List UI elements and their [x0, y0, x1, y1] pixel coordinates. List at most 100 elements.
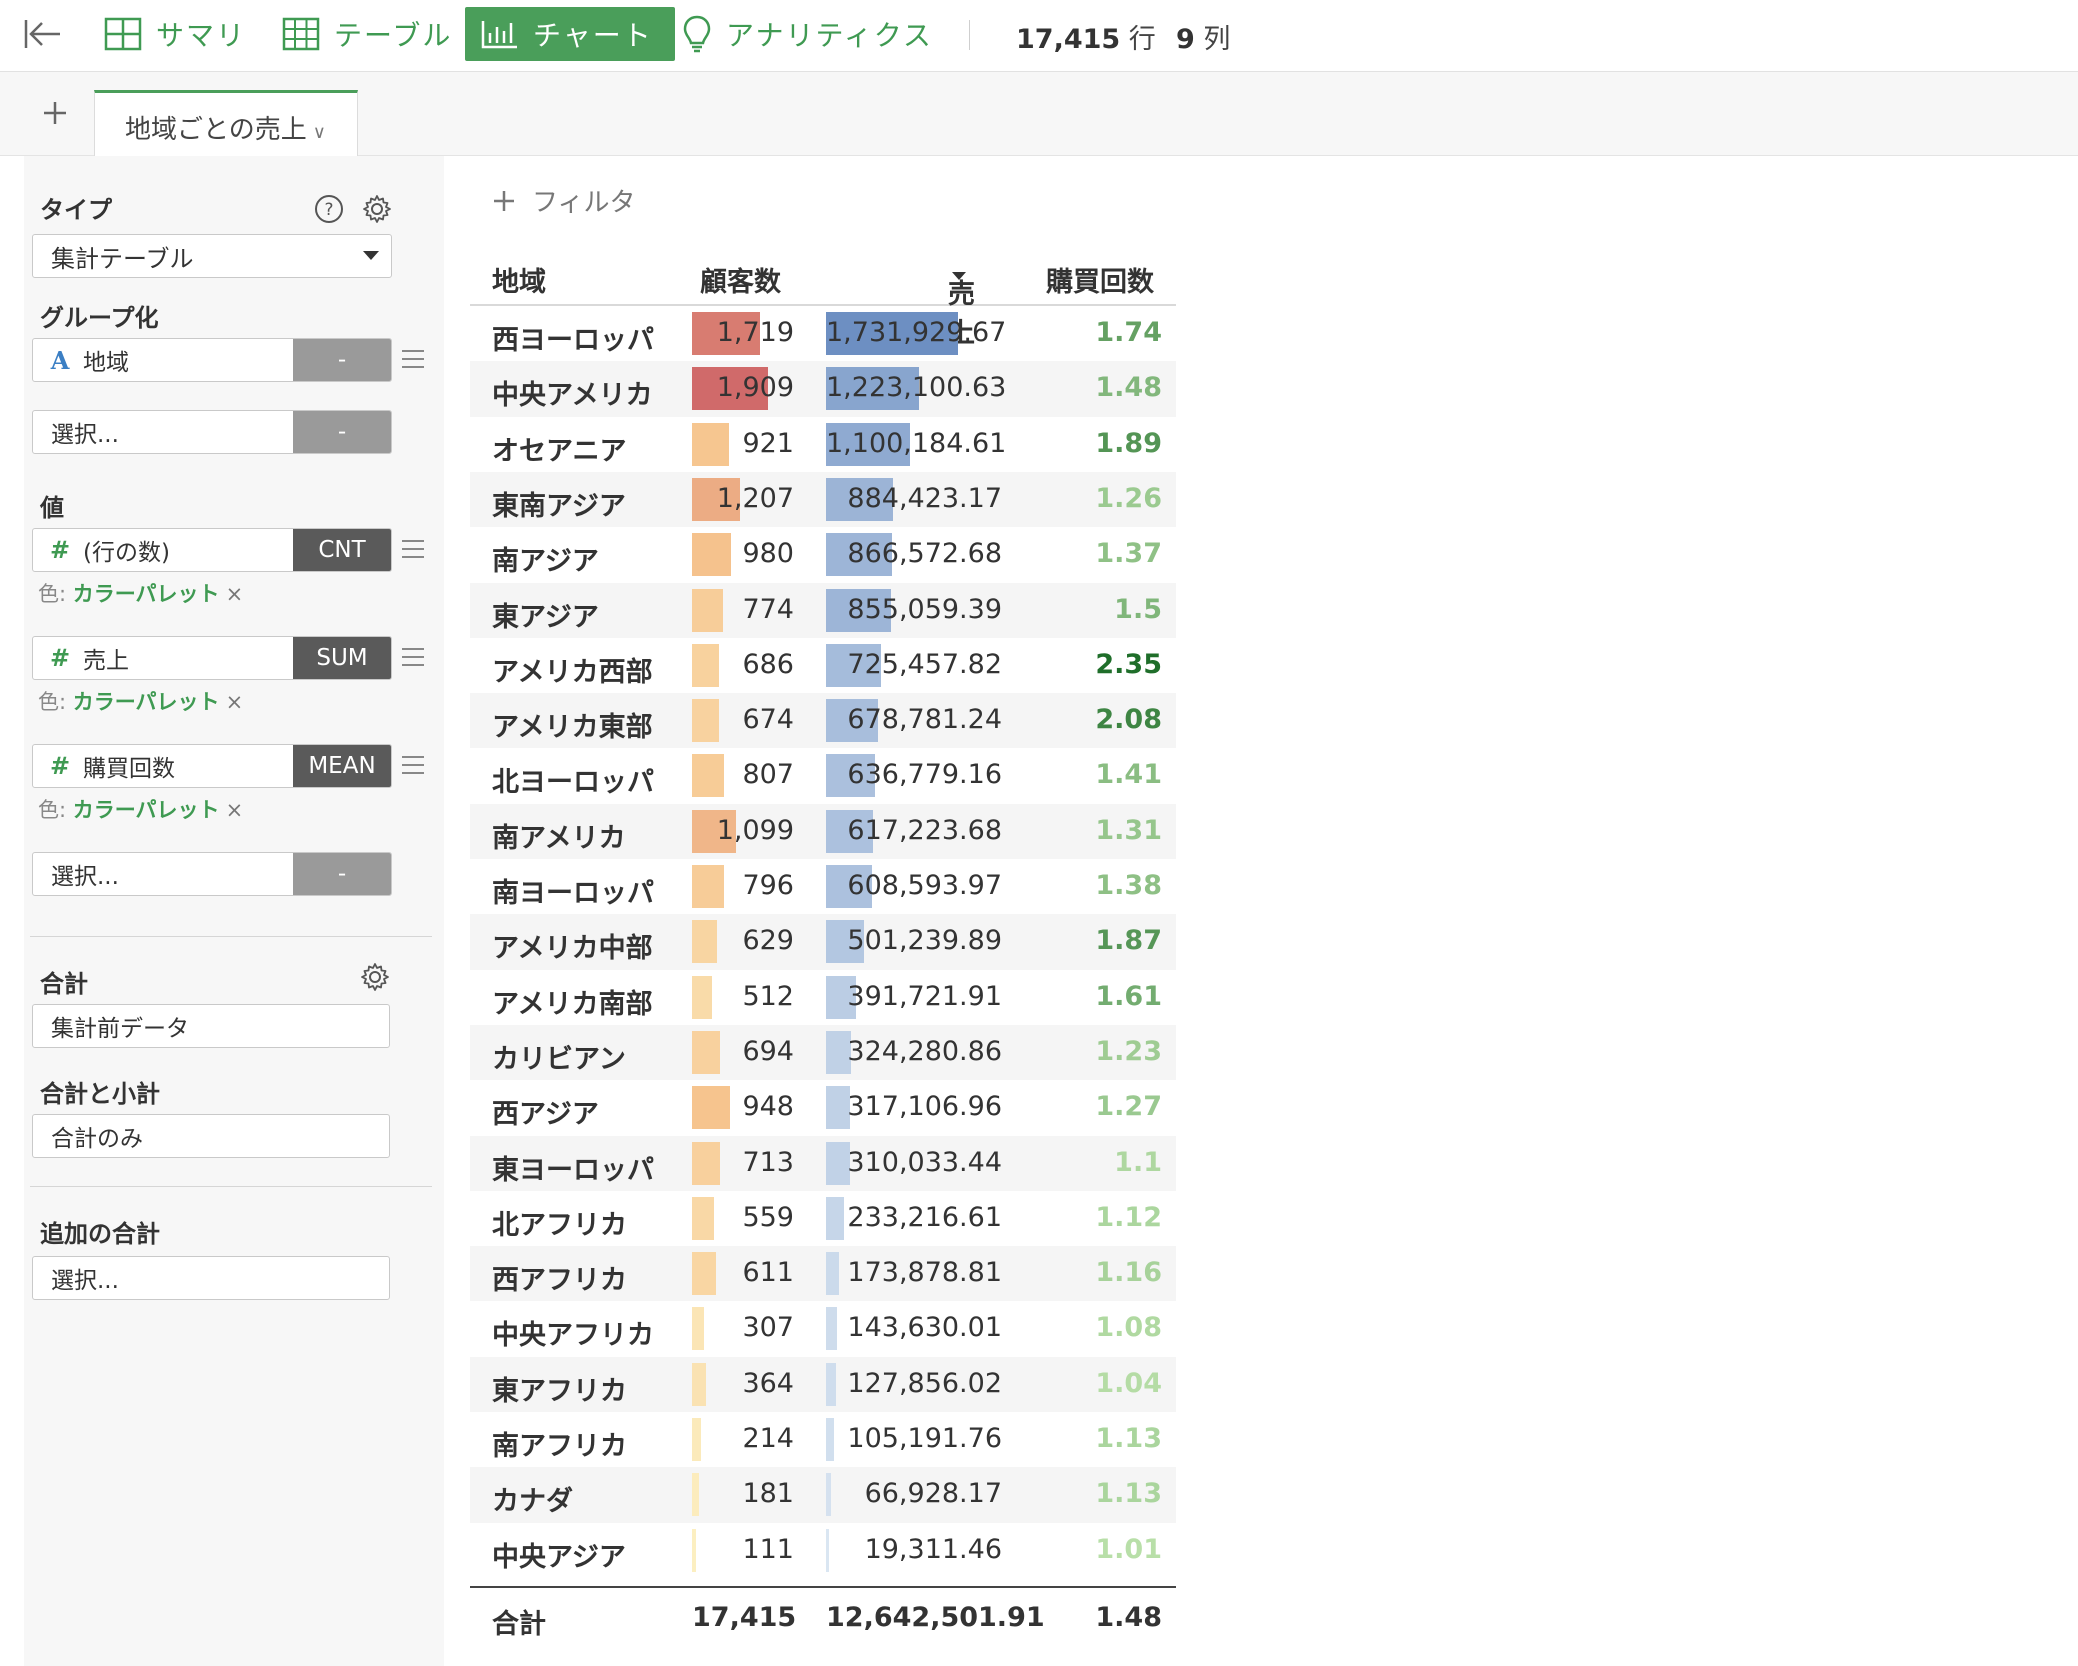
section-divider: [30, 1186, 432, 1187]
table-row[interactable]: アメリカ中部 629 501,239.89 1.87: [470, 914, 1176, 970]
table-row[interactable]: 中央アフリカ 307 143,630.01 1.08: [470, 1301, 1176, 1356]
table-row[interactable]: 西アジア 948 317,106.96 1.27: [470, 1080, 1176, 1135]
tab-table-label: テーブル: [334, 19, 453, 52]
table-row[interactable]: カナダ 181 66,928.17 1.13: [470, 1467, 1176, 1523]
row-count: 17,415 行: [1016, 17, 1156, 56]
value-title: 値: [40, 494, 64, 522]
cell-region: 東南アジア: [492, 490, 626, 522]
cell-customers: 980: [742, 538, 794, 570]
remove-color-icon[interactable]: ×: [226, 690, 244, 714]
table-row[interactable]: 東アジア 774 855,059.39 1.5: [470, 582, 1176, 638]
subtotal-select[interactable]: 合計のみ: [32, 1114, 390, 1158]
cell-sales: 884,423.17: [847, 482, 1002, 514]
table-row[interactable]: 南アメリカ 1,099 617,223.68 1.31: [470, 803, 1176, 859]
gear-icon[interactable]: [360, 962, 392, 994]
table-row[interactable]: 南ヨーロッパ 796 608,593.97 1.38: [470, 859, 1176, 914]
color-palette-link[interactable]: カラーパレット: [73, 798, 220, 822]
cell-region: 北アフリカ: [492, 1209, 627, 1241]
cell-customers: 364: [742, 1367, 794, 1399]
color-prefix: 色:: [38, 798, 67, 822]
value-field-agg[interactable]: MEAN: [293, 745, 391, 787]
value-field-agg[interactable]: CNT: [293, 529, 391, 571]
cell-customers: 1,207: [716, 482, 794, 514]
cell-sales: 127,856.02: [847, 1367, 1002, 1399]
tab-summary-label: サマリ: [156, 19, 247, 52]
table-row[interactable]: 東南アジア 1,207 884,423.17 1.26: [470, 471, 1176, 528]
gear-icon[interactable]: [362, 194, 394, 226]
table-row[interactable]: 南アフリカ 214 105,191.76 1.13: [470, 1412, 1176, 1467]
collapse-left-icon[interactable]: [22, 14, 64, 54]
table-row[interactable]: カリビアン 694 324,280.86 1.23: [470, 1024, 1176, 1081]
color-palette-link[interactable]: カラーパレット: [73, 690, 220, 714]
total-source-select[interactable]: 集計前データ: [32, 1004, 390, 1048]
table-row[interactable]: 西ヨーロッパ 1,719 1,731,929.67 1.74: [470, 306, 1176, 361]
extra-total-select[interactable]: 選択...: [32, 1256, 390, 1300]
sheet-tab-sales-by-region[interactable]: 地域ごとの売上 ∨: [94, 90, 358, 157]
table-row[interactable]: 東アフリカ 364 127,856.02 1.04: [470, 1356, 1176, 1412]
color-palette-link[interactable]: カラーパレット: [73, 582, 220, 606]
total-source-value: 集計前データ: [51, 1016, 189, 1042]
group-select-agg[interactable]: -: [293, 411, 391, 453]
drag-handle-icon[interactable]: [402, 350, 424, 368]
cell-sales: 678,781.24: [847, 704, 1002, 736]
tab-chart-label: チャート: [533, 19, 653, 52]
subtotal-title: 合計と小計: [40, 1080, 160, 1108]
value-field-count[interactable]: # (行の数) CNT: [32, 528, 392, 572]
cell-region: 南アメリカ: [492, 822, 626, 854]
dropdown-arrow-icon: [363, 251, 379, 260]
group-field-agg[interactable]: -: [293, 339, 391, 381]
cell-region: 中央アメリカ: [492, 380, 653, 412]
value-field-select[interactable]: 選択... -: [32, 852, 392, 896]
group-field-region[interactable]: A 地域 -: [32, 338, 392, 382]
table-row[interactable]: 北アフリカ 559 233,216.61 1.12: [470, 1191, 1176, 1246]
cell-sales: 608,593.97: [847, 870, 1002, 901]
cell-purchases: 1.61: [1095, 980, 1162, 1012]
group-field-select[interactable]: 選択... -: [32, 410, 392, 454]
cell-region: 東ヨーロッパ: [492, 1154, 654, 1186]
add-tab-icon[interactable]: [36, 94, 74, 132]
chart-type-select[interactable]: 集計テーブル: [32, 234, 392, 278]
cell-customers: 1,719: [716, 317, 794, 348]
header-purchases[interactable]: 購買回数: [1046, 260, 1154, 299]
table-row[interactable]: アメリカ南部 512 391,721.91 1.61: [470, 970, 1176, 1025]
table-row[interactable]: アメリカ西部 686 725,457.82 2.35: [470, 638, 1176, 693]
drag-handle-icon[interactable]: [402, 756, 424, 774]
cell-sales: 324,280.86: [847, 1035, 1002, 1067]
group-select-placeholder: 選択...: [51, 422, 119, 448]
table-row[interactable]: 北ヨーロッパ 807 636,779.16 1.41: [470, 748, 1176, 803]
header-customers[interactable]: 顧客数: [700, 260, 781, 299]
type-title: タイプ: [40, 196, 112, 224]
table-row[interactable]: 東ヨーロッパ 713 310,033.44 1.1: [470, 1135, 1176, 1191]
cell-customers: 1,099: [716, 814, 794, 846]
table-row[interactable]: アメリカ東部 674 678,781.24 2.08: [470, 693, 1176, 749]
tab-analytics[interactable]: アナリティクス: [682, 7, 933, 61]
chart-type-value: 集計テーブル: [51, 244, 194, 273]
cell-purchases: 1.5: [1114, 593, 1162, 625]
tab-chart[interactable]: チャート: [465, 7, 675, 61]
help-icon[interactable]: ?: [314, 194, 346, 226]
value-field-sales[interactable]: # 売上 SUM: [32, 636, 392, 680]
remove-color-icon[interactable]: ×: [226, 798, 244, 822]
value-field-agg[interactable]: SUM: [293, 637, 391, 679]
cell-purchases: 1.48: [1095, 372, 1162, 404]
table-row[interactable]: 中央アジア 111 19,311.46 1.01: [470, 1523, 1176, 1578]
cell-purchases: 1.23: [1095, 1035, 1162, 1067]
drag-handle-icon[interactable]: [402, 540, 424, 558]
drag-handle-icon[interactable]: [402, 648, 424, 666]
tab-summary[interactable]: サマリ: [104, 7, 246, 61]
table-row[interactable]: 西アフリカ 611 173,878.81 1.16: [470, 1246, 1176, 1302]
color-prefix: 色:: [38, 582, 67, 606]
totals-customers: 17,415: [692, 1601, 797, 1633]
value-select-agg[interactable]: -: [293, 853, 391, 895]
table-row[interactable]: 南アジア 980 866,572.68 1.37: [470, 527, 1176, 582]
subtotal-value: 合計のみ: [51, 1126, 143, 1152]
remove-color-icon[interactable]: ×: [226, 582, 244, 606]
tab-table[interactable]: テーブル: [282, 7, 452, 61]
table-row[interactable]: 中央アメリカ 1,909 1,223,100.63 1.48: [470, 361, 1176, 417]
value-field-purchases[interactable]: # 購買回数 MEAN: [32, 744, 392, 788]
header-region[interactable]: 地域: [492, 260, 546, 299]
table-row[interactable]: オセアニア 921 1,100,184.61 1.89: [470, 417, 1176, 472]
cell-customers: 111: [742, 1533, 794, 1565]
cell-purchases: 1.41: [1095, 759, 1162, 791]
add-filter-button[interactable]: フィルタ: [492, 182, 635, 219]
